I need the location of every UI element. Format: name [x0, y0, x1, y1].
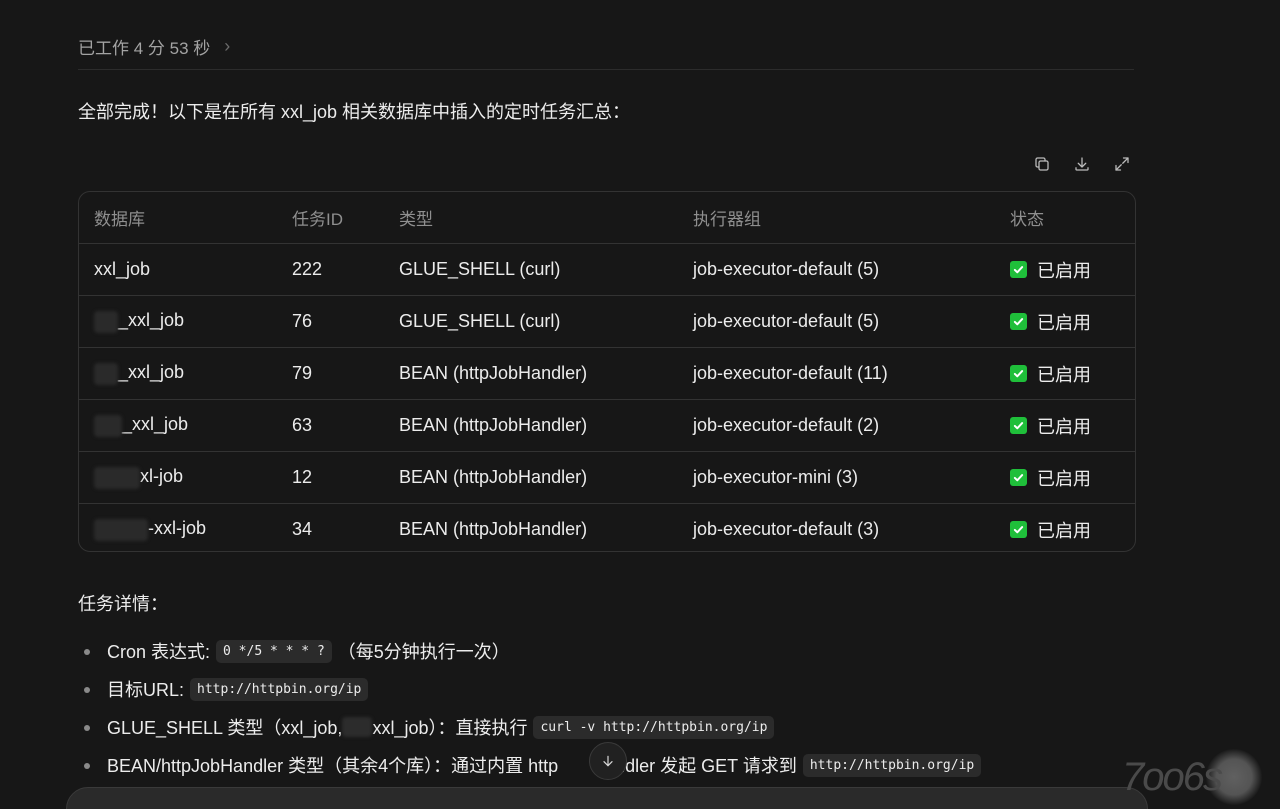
cell-type: BEAN (httpJobHandler): [399, 519, 588, 539]
inline-code: http://httpbin.org/ip: [190, 677, 369, 701]
table-row: xxl_job 222 GLUE_SHELL (curl) job-execut…: [79, 243, 1135, 296]
redacted-block: [94, 466, 140, 489]
cell-executor-group: job-executor-default (5): [678, 295, 995, 348]
database-name: _xxl_job: [122, 414, 189, 435]
checkmark-icon: [1010, 521, 1027, 538]
table-row: -xxl-job 34 BEAN (httpJobHandler) job-ex…: [79, 504, 1135, 552]
detail-suffix: （每5分钟执行一次）: [337, 642, 510, 662]
inline-code: http://httpbin.org/ip: [802, 753, 982, 777]
cell-status: 已启用: [995, 504, 1135, 552]
cell-task-id: 76: [277, 295, 384, 348]
detail-label: Cron 表达式:: [107, 642, 211, 662]
database-name: _xxl_job: [118, 362, 185, 383]
copy-table-button[interactable]: [1030, 152, 1054, 176]
redacted-block: [94, 414, 122, 437]
cell-type: BEAN (httpJobHandler): [384, 399, 678, 452]
table-row: _xxl_job 79 BEAN (httpJobHandler) job-ex…: [79, 347, 1135, 400]
table-row: _xxl_job 63 BEAN (httpJobHandler) job-ex…: [79, 399, 1135, 452]
database-name: -xxl-job: [148, 518, 207, 539]
status-label: 已启用: [1037, 364, 1091, 385]
redacted-block: [94, 310, 118, 333]
status-label: 已启用: [1037, 520, 1091, 541]
cell-status: 已启用: [995, 243, 1135, 296]
cell-task-id: 63: [277, 399, 384, 452]
expand-icon: [1115, 157, 1129, 171]
scroll-to-bottom-button[interactable]: [589, 742, 627, 780]
chevron-right-icon: ›: [224, 36, 231, 56]
cell-database: xl-job: [79, 451, 277, 504]
download-table-button[interactable]: [1070, 152, 1094, 176]
checkmark-icon: [1010, 261, 1027, 278]
detail-label: GLUE_SHELL 类型（xxl_job,: [107, 718, 343, 738]
table-actions: [1030, 152, 1134, 176]
copy-icon: [1035, 157, 1049, 171]
redacted-block: [342, 717, 373, 737]
cell-executor-group: job-executor-mini (3): [678, 451, 995, 504]
header-task-id: 任务ID: [277, 192, 384, 244]
cell-task-id: 79: [277, 347, 384, 400]
status-label: 已启用: [1037, 468, 1091, 489]
header-status: 状态: [995, 192, 1135, 244]
inline-code: curl -v http://httpbin.org/ip: [533, 715, 775, 739]
watermark-logo: 7oo6s: [1122, 745, 1280, 809]
status-label: 已启用: [1037, 260, 1091, 281]
summary-text: 全部完成！以下是在所有 xxl_job 相关数据库中插入的定时任务汇总：: [78, 102, 631, 122]
list-item: Cron 表达式: 0 */5 * * * ? （每5分钟执行一次）: [78, 632, 1138, 670]
checkmark-icon: [1010, 417, 1027, 434]
header-type: 类型: [384, 192, 678, 244]
status-label: 已启用: [1037, 416, 1091, 437]
cell-type: BEAN (httpJobHandler): [384, 347, 678, 400]
checkmark-icon: [1010, 469, 1027, 486]
list-item: GLUE_SHELL 类型（xxl_job, xxl_job）：直接执行 cur…: [78, 708, 1138, 746]
header-database: 数据库: [79, 192, 277, 244]
list-item: 目标URL: http://httpbin.org/ip: [78, 670, 1138, 708]
detail-middle: xxl_job）：直接执行: [372, 718, 528, 738]
cell-database: _xxl_job: [79, 295, 277, 348]
redacted-block: [94, 518, 148, 541]
checkmark-icon: [1010, 365, 1027, 382]
cell-executor-group: job-executor-default (11): [678, 347, 995, 400]
download-icon: [1075, 157, 1089, 171]
cell-status: 已启用: [995, 451, 1135, 504]
message-input[interactable]: [66, 787, 1148, 809]
database-name: xl-job: [140, 466, 184, 487]
table-row: _xxl_job 76 GLUE_SHELL (curl) job-execut…: [79, 295, 1135, 348]
checkmark-icon: [1010, 313, 1027, 330]
inline-code: 0 */5 * * * ?: [216, 639, 332, 663]
detail-label: 目标URL:: [107, 680, 185, 700]
table-row: xl-job 12 BEAN (httpJobHandler) job-exec…: [79, 451, 1135, 504]
cell-type: GLUE_SHELL (curl): [384, 243, 678, 296]
redacted-block: [94, 362, 118, 385]
cell-database: _xxl_job: [79, 399, 277, 452]
status-label: 已启用: [1037, 312, 1091, 333]
cell-database: _xxl_job: [79, 347, 277, 400]
watermark-text: 7oo6s: [1122, 754, 1223, 799]
cell-status: 已启用: [995, 399, 1135, 452]
cell-status: 已启用: [995, 295, 1135, 348]
worked-duration-label: 已工作 4 分 53 秒: [78, 38, 211, 58]
cell-executor-group: job-executor-default (2): [678, 399, 995, 452]
cell-database: -xxl-job: [79, 504, 277, 552]
cell-executor-group: job-executor-default (3): [693, 519, 880, 539]
cell-type: GLUE_SHELL (curl): [384, 295, 678, 348]
header-executor-group: 执行器组: [678, 192, 995, 244]
worked-duration-toggle[interactable]: 已工作 4 分 53 秒 ›: [78, 34, 230, 58]
table-header-row: 数据库 任务ID 类型 执行器组 状态: [79, 192, 1135, 244]
arrow-down-icon: [603, 755, 613, 767]
cell-task-id: 34: [292, 519, 313, 539]
cell-task-id: 12: [277, 451, 384, 504]
database-name: xxl_job: [94, 259, 151, 279]
cell-type: BEAN (httpJobHandler): [384, 451, 678, 504]
cell-database: xxl_job: [79, 243, 277, 296]
chat-page: 已工作 4 分 53 秒 › 全部完成！以下是在所有 xxl_job 相关数据库…: [0, 0, 1280, 809]
cell-executor-group: job-executor-default (5): [678, 243, 995, 296]
cell-status: 已启用: [995, 347, 1135, 400]
divider: [78, 69, 1134, 70]
database-name: _xxl_job: [118, 310, 185, 331]
expand-table-button[interactable]: [1110, 152, 1134, 176]
detail-label: BEAN/httpJobHandler 类型（其余4个库）：通过内置 http: [107, 756, 559, 776]
details-heading: 任务详情：: [78, 594, 168, 614]
cell-task-id: 222: [277, 243, 384, 296]
tasks-table: 数据库 任务ID 类型 执行器组 状态 xxl_job 222 GLUE_SHE…: [78, 191, 1136, 552]
